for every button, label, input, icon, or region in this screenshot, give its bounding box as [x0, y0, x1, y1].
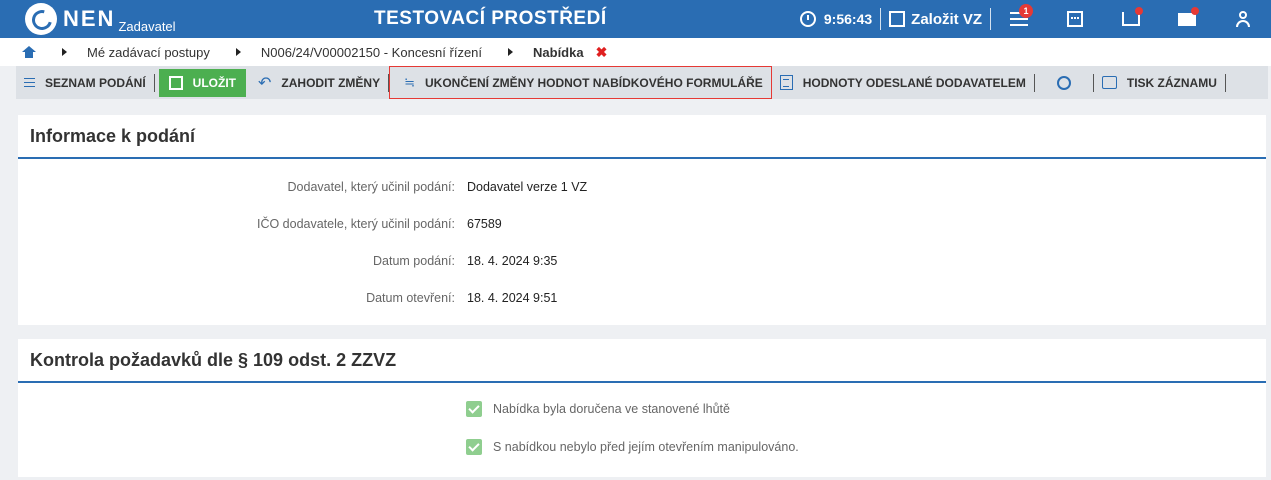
messages-button[interactable]: [1159, 0, 1215, 38]
home-icon[interactable]: [22, 46, 36, 58]
info-value: 18. 4. 2024 9:35: [467, 254, 558, 268]
submission-list-label: SEZNAM PODÁNÍ: [45, 75, 146, 90]
info-value: 67589: [467, 217, 502, 231]
save-button[interactable]: ULOŽIT: [158, 68, 246, 97]
session-clock: 9:56:43: [799, 11, 873, 27]
menu-button[interactable]: 1: [991, 0, 1047, 38]
toolbar-divider: [1224, 73, 1226, 92]
environment-title: TESTOVACÍ PROSTŘEDÍ: [374, 8, 607, 29]
breadcrumb-item-current: Nabídka: [533, 44, 584, 60]
new-vz-label: Založit VZ: [911, 10, 982, 28]
logo-subtitle: Zadavatel: [118, 18, 176, 34]
discard-changes-label: ZAHODIT ZMĚNY: [281, 75, 381, 90]
inbox-button[interactable]: [1103, 0, 1159, 38]
supplier-sent-values-button[interactable]: HODNOTY ODESLANÉ DODAVATELEM: [772, 66, 1034, 99]
save-icon: [168, 75, 183, 90]
document-icon: [779, 75, 793, 90]
logo-text: NEN: [63, 6, 116, 31]
clock-icon: [799, 11, 816, 27]
breadcrumb: Mé zadávací postupy N006/24/V00002150 - …: [0, 38, 1271, 66]
check-delivered-in-time: Nabídka byla doručena ve stanovené lhůtě: [466, 401, 730, 417]
list-icon: [24, 78, 35, 87]
calculator-icon: [1067, 11, 1083, 27]
user-icon: [1236, 11, 1250, 27]
info-label: Dodavatel, který učinil podání:: [287, 180, 455, 194]
print-record-label: TISK ZÁZNAMU: [1126, 75, 1217, 90]
nen-logo[interactable]: NEN Zadavatel: [25, 3, 176, 35]
notification-badge: 1: [1019, 4, 1033, 18]
header-divider: [880, 8, 882, 30]
award-icon: [1056, 75, 1071, 90]
inbox-unread-dot: [1135, 7, 1143, 15]
breadcrumb-item-my-procedures[interactable]: Mé zadávací postupy: [87, 45, 210, 60]
award-button[interactable]: [1035, 66, 1093, 99]
submission-list-button[interactable]: SEZNAM PODÁNÍ: [16, 66, 154, 99]
nen-logo-icon: [25, 3, 57, 35]
header-actions: 9:56:43 Založit VZ 1: [799, 0, 1271, 38]
app-header: NEN Zadavatel TESTOVACÍ PROSTŘEDÍ 9:56:4…: [0, 0, 1271, 38]
action-toolbar: SEZNAM PODÁNÍ ULOŽIT ↶ ZAHODIT ZMĚNY ≒ U…: [16, 66, 1268, 99]
supplier-sent-values-label: HODNOTY ODESLANÉ DODAVATELEM: [802, 75, 1026, 90]
calculator-button[interactable]: [1047, 0, 1103, 38]
session-time: 9:56:43: [823, 11, 873, 27]
breadcrumb-item-procedure[interactable]: N006/24/V00002150 - Koncesní řízení: [261, 45, 482, 60]
edit-icon: [889, 11, 906, 27]
save-label: ULOŽIT: [192, 75, 236, 90]
breadcrumb-arrow-icon: [235, 48, 241, 56]
mail-unread-dot: [1191, 7, 1199, 15]
requirements-check-panel: Kontrola požadavků dle § 109 odst. 2 ZZV…: [18, 339, 1266, 477]
requirements-check-title: Kontrola požadavků dle § 109 odst. 2 ZZV…: [18, 339, 1266, 383]
undo-icon: ↶: [258, 74, 272, 92]
check-label: S nabídkou nebylo před jejím otevřením m…: [493, 440, 799, 454]
info-value: Dodavatel verze 1 VZ: [467, 180, 588, 194]
user-button[interactable]: [1215, 0, 1271, 38]
print-record-button[interactable]: TISK ZÁZNAMU: [1094, 66, 1225, 99]
printer-icon: [1101, 76, 1117, 89]
info-value: 18. 4. 2024 9:51: [467, 291, 558, 305]
info-label: Datum otevření:: [366, 291, 455, 305]
submission-info-panel: Informace k podání Dodavatel, který učin…: [18, 115, 1266, 325]
end-form-changes-label: UKONČENÍ ZMĚNY HODNOT NABÍDKOVÉHO FORMUL…: [424, 75, 763, 90]
discard-changes-button[interactable]: ↶ ZAHODIT ZMĚNY: [250, 66, 388, 99]
checkbox-checked-icon[interactable]: [466, 439, 482, 455]
toolbar-divider: [153, 73, 155, 92]
new-vz-button[interactable]: Založit VZ: [881, 11, 990, 28]
breadcrumb-arrow-icon: [508, 48, 514, 56]
breadcrumb-arrow-icon: [62, 48, 67, 56]
end-form-changes-button[interactable]: ≒ UKONČENÍ ZMĚNY HODNOT NABÍDKOVÉHO FORM…: [389, 66, 772, 99]
info-label: Datum podání:: [373, 254, 455, 268]
end-changes-icon: ≒: [404, 74, 415, 90]
close-tab-icon[interactable]: ✖: [596, 44, 608, 61]
info-label: IČO dodavatele, který učinil podání:: [256, 217, 455, 231]
submission-info-title: Informace k podání: [18, 115, 1266, 159]
check-not-manipulated: S nabídkou nebylo před jejím otevřením m…: [466, 439, 799, 455]
check-label: Nabídka byla doručena ve stanovené lhůtě: [493, 402, 730, 416]
checkbox-checked-icon[interactable]: [466, 401, 482, 417]
